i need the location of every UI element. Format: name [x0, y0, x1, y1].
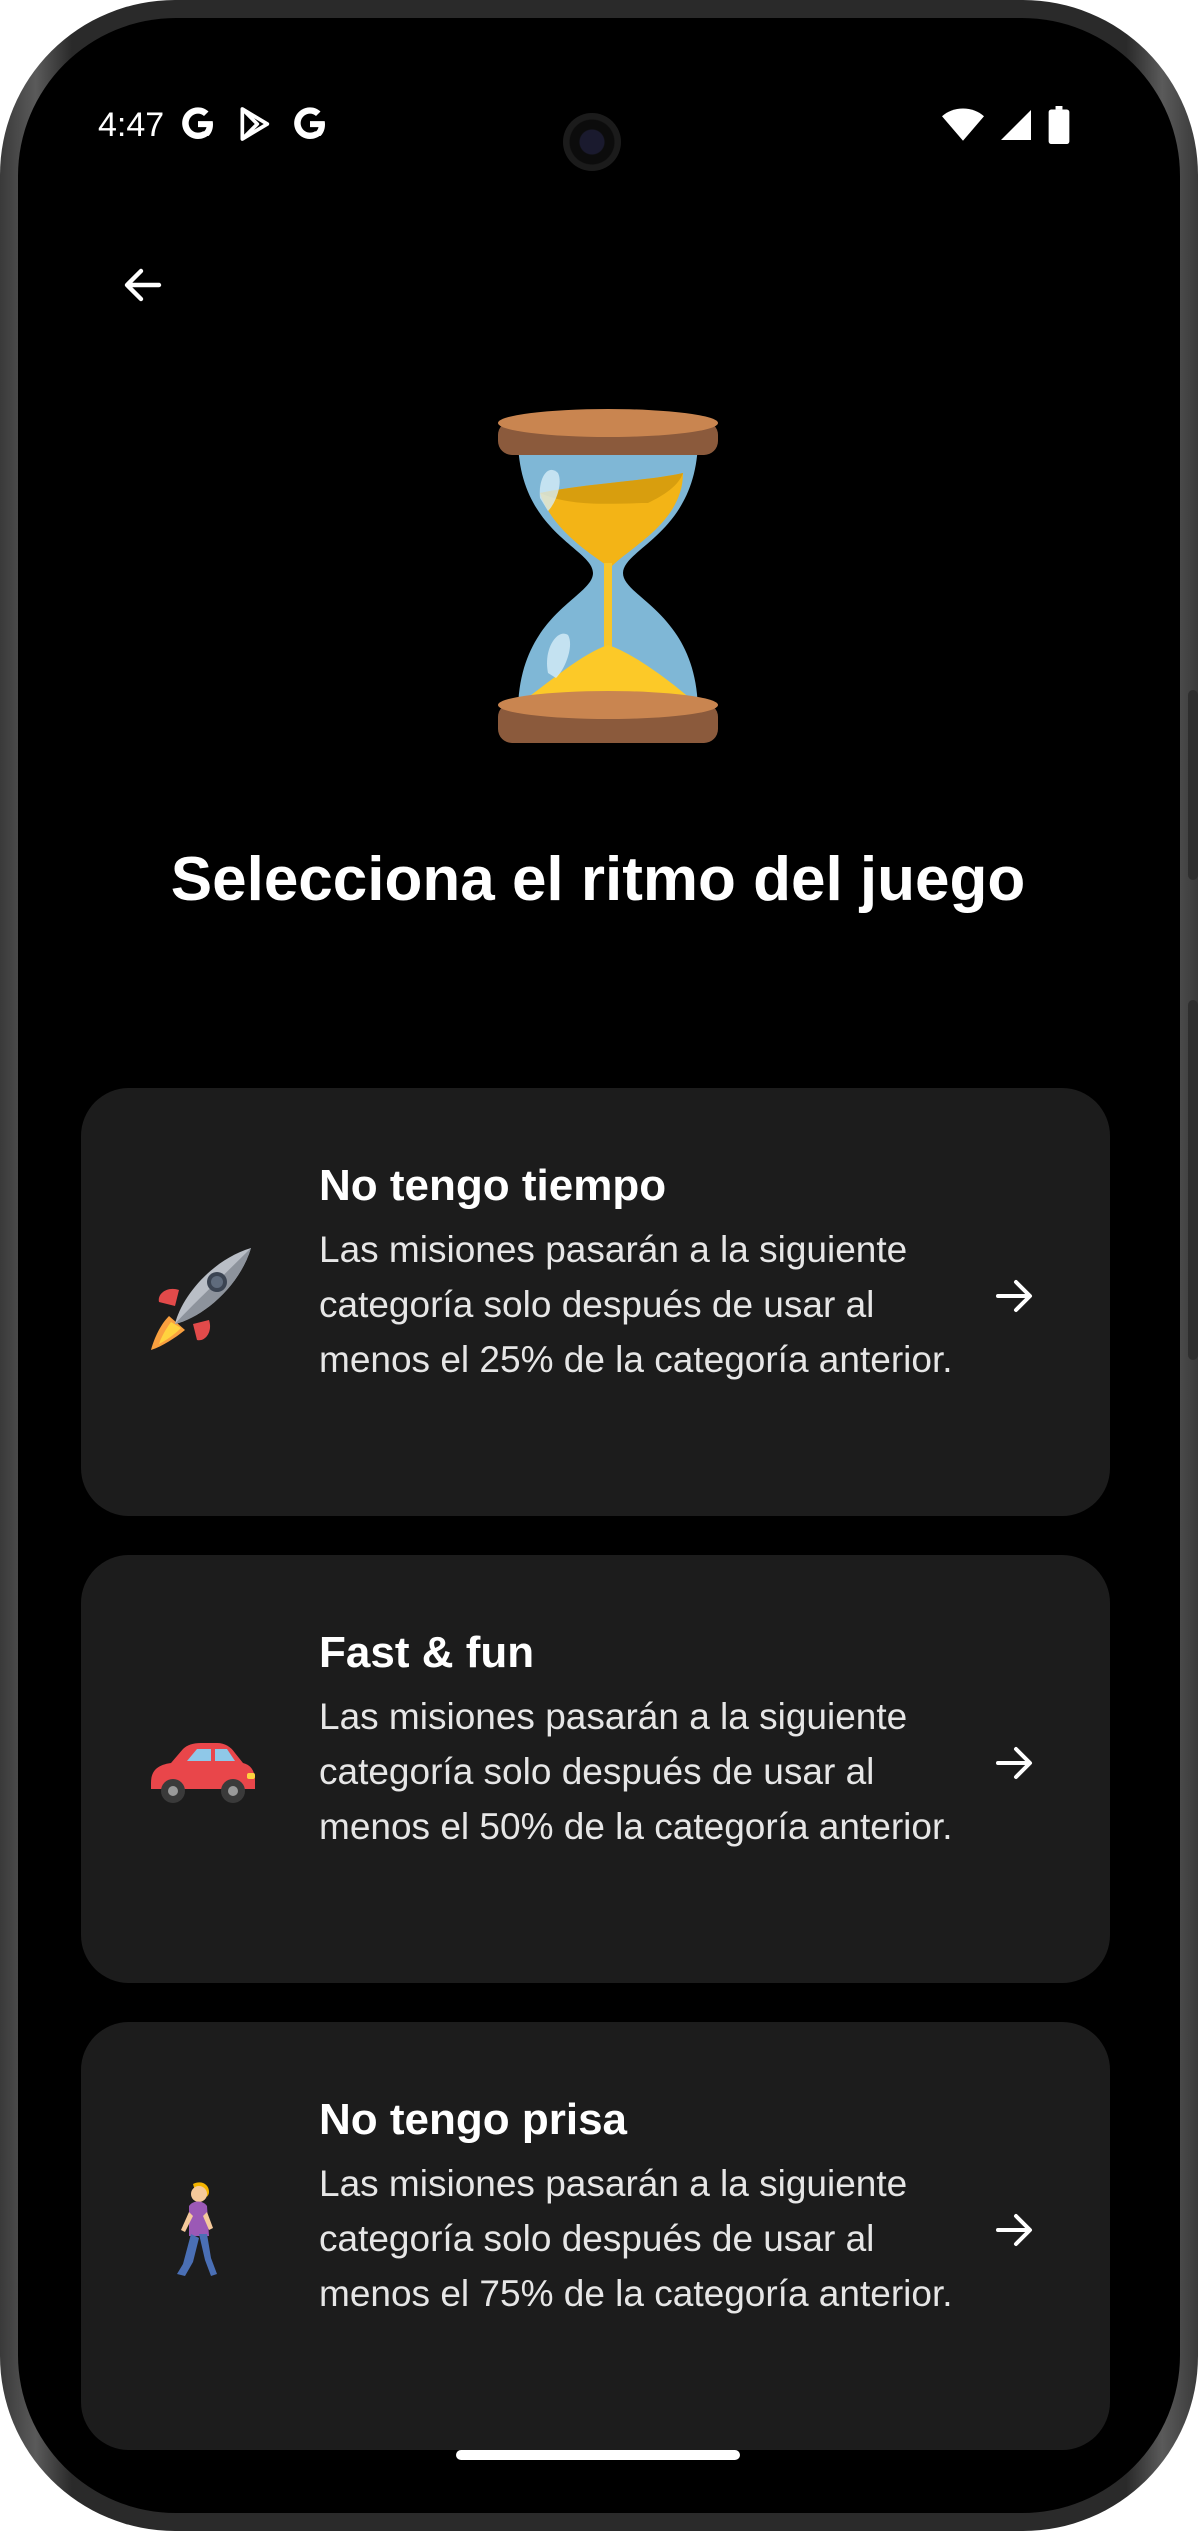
arrow-right-icon — [996, 1747, 1032, 1779]
gesture-nav-handle[interactable] — [456, 2450, 740, 2460]
arrow-left-icon — [124, 268, 162, 302]
arrow-right-icon — [996, 2214, 1032, 2246]
card-arrow — [990, 1272, 1050, 1332]
option-title: No tengo tiempo — [319, 1161, 667, 1210]
wifi-icon — [942, 108, 984, 141]
volume-button — [1188, 690, 1198, 880]
back-button[interactable] — [98, 240, 188, 330]
card-arrow — [990, 2206, 1050, 2266]
screen: 4:47 Selecciona el ritmo del juego No te… — [18, 18, 1180, 2513]
option-card-no-tengo-tiempo[interactable]: No tengo tiempo Las misiones pasarán a l… — [81, 1088, 1110, 1516]
card-icon — [141, 1238, 261, 1358]
status-time: 4:47 — [98, 106, 165, 144]
front-camera — [563, 113, 621, 171]
option-description: Las misiones pasarán a la siguiente cate… — [319, 1229, 953, 1380]
arrow-right-icon — [996, 1280, 1032, 1312]
car-icon — [151, 1743, 255, 1803]
card-icon — [141, 1705, 261, 1825]
card-arrow — [990, 1739, 1050, 1799]
page-title: Selecciona el ritmo del juego — [170, 845, 1026, 914]
option-description: Las misiones pasarán a la siguiente cate… — [319, 1696, 953, 1847]
google-g-icon — [294, 107, 325, 139]
woman-walking-icon — [177, 2182, 217, 2276]
option-description: Las misiones pasarán a la siguiente cate… — [319, 2163, 953, 2314]
play-store-icon — [240, 107, 270, 141]
option-card-fast-and-fun[interactable]: Fast & fun Las misiones pasarán a la sig… — [81, 1555, 1110, 1983]
rocket-icon — [151, 1248, 251, 1350]
google-g-icon — [182, 107, 213, 139]
card-text: No tengo tiempo Las misiones pasarán a l… — [319, 1158, 979, 1387]
power-button — [1188, 1000, 1198, 1360]
card-text: No tengo prisa Las misiones pasarán a la… — [319, 2092, 979, 2321]
status-icons-left — [178, 104, 330, 144]
option-title: Fast & fun — [319, 1628, 535, 1677]
status-icons-right — [942, 106, 1070, 144]
option-card-no-tengo-prisa[interactable]: No tengo prisa Las misiones pasarán a la… — [81, 2022, 1110, 2450]
option-title: No tengo prisa — [319, 2095, 628, 2144]
card-text: Fast & fun Las misiones pasarán a la sig… — [319, 1625, 979, 1854]
cellular-signal-icon — [1001, 110, 1031, 140]
hero-illustration — [478, 383, 738, 763]
card-icon — [141, 2172, 261, 2292]
hourglass-icon — [498, 409, 718, 743]
battery-icon — [1048, 106, 1070, 144]
